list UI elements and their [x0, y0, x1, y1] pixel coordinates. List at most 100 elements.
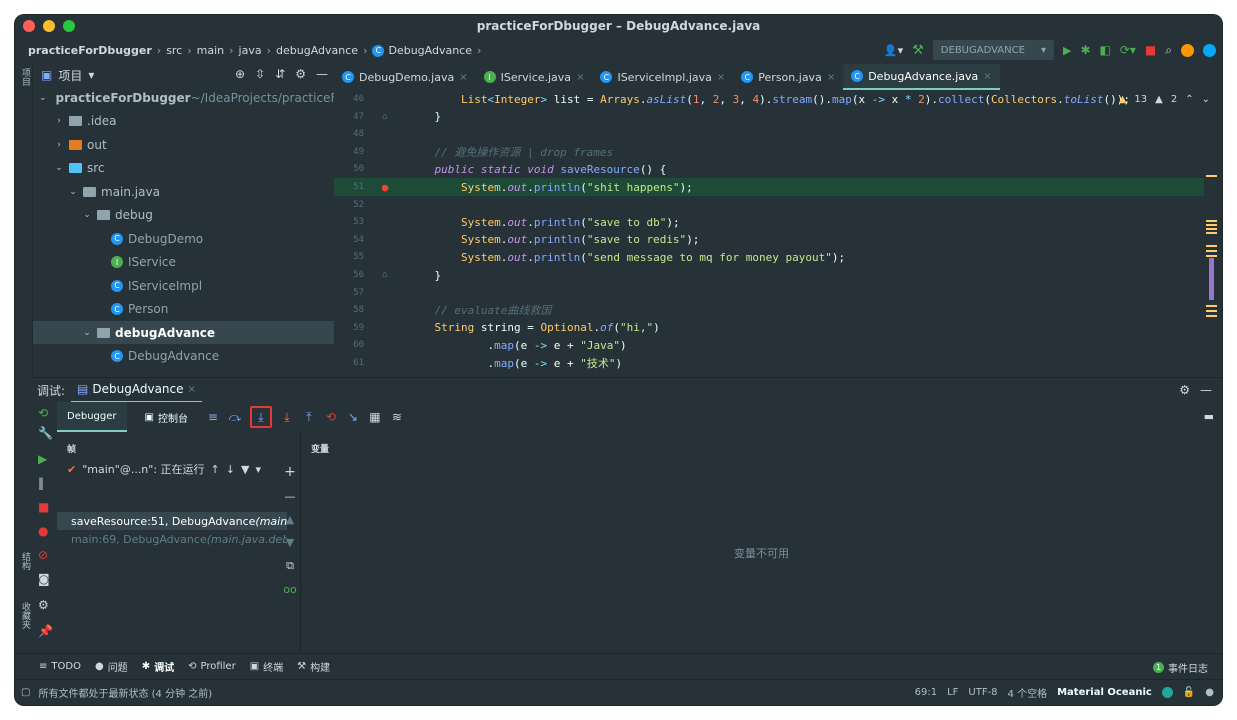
chevron-down-icon[interactable]: ▾	[88, 68, 94, 82]
chevron-down-icon[interactable]: ⌄	[81, 210, 93, 220]
tree-item[interactable]: ⌄ debugAdvance	[33, 321, 334, 344]
editor-tab[interactable]: I IService.java ×	[476, 64, 593, 90]
maximize-window-button[interactable]	[63, 20, 75, 32]
gear-icon[interactable]: ⚙	[295, 67, 306, 81]
tool-window-terminal[interactable]: ▣ 终端	[250, 659, 283, 674]
code-editor[interactable]: 46 List<Integer> list = Arrays.asList(1,…	[334, 90, 1222, 377]
editor-tab[interactable]: C IServiceImpl.java ×	[592, 64, 733, 90]
notification-icon[interactable]: ●	[1205, 687, 1214, 698]
wrench-icon[interactable]: 🔧	[38, 426, 53, 440]
locate-icon[interactable]: ⊕	[235, 67, 245, 81]
chevron-down-icon[interactable]: ▼	[286, 536, 294, 549]
close-window-button[interactable]	[23, 20, 35, 32]
resume-icon[interactable]: ▶	[38, 452, 47, 466]
close-icon[interactable]: ×	[576, 72, 584, 83]
debug-session-tab[interactable]: ▤ DebugAdvance ×	[71, 378, 202, 403]
status-toggle-icon[interactable]: ▢	[21, 687, 30, 698]
plus-icon[interactable]: +	[284, 464, 296, 480]
scroll-thumb[interactable]	[1209, 258, 1214, 300]
tree-item[interactable]: ⌄ main.java	[33, 180, 334, 203]
caret-position[interactable]: 69:1	[915, 687, 937, 698]
editor-tab[interactable]: C DebugAdvance.java ×	[843, 64, 1000, 90]
close-icon[interactable]: ×	[827, 72, 835, 83]
code-line[interactable]: 55 System.out.println("send message to m…	[334, 248, 1204, 266]
step-over-icon[interactable]: ⤼	[228, 410, 242, 425]
frame-row[interactable]: saveResource:51, DebugAdvance (main.java…	[57, 512, 287, 530]
close-icon[interactable]: ×	[983, 71, 991, 82]
tree-item[interactable]: ⌄ debug	[33, 204, 334, 227]
gear-icon[interactable]: ⚙	[1179, 383, 1190, 397]
step-into-icon[interactable]: ⤓	[249, 406, 272, 428]
structure-tool-label[interactable]: 结构	[19, 552, 32, 570]
tree-item[interactable]: C IServiceImpl	[33, 274, 334, 297]
code-line[interactable]: 48	[334, 125, 1204, 143]
chevron-up-icon[interactable]: ⌃	[1185, 94, 1193, 105]
file-encoding[interactable]: UTF-8	[968, 687, 997, 698]
view-breakpoints-icon[interactable]: ●	[38, 524, 48, 538]
project-tool-label[interactable]: 项目	[19, 68, 32, 86]
code-line[interactable]: 52	[334, 196, 1204, 214]
editor-tab[interactable]: C DebugDemo.java ×	[334, 64, 476, 90]
inspection-widget[interactable]: ▲ 13 ▲ 2 ⌃ ⌄	[1119, 94, 1210, 105]
breadcrumb-project[interactable]: practiceForDbugger	[28, 44, 152, 57]
run-configuration-select[interactable]: DEBUGADVANCE ▾	[932, 40, 1054, 60]
breadcrumb-java[interactable]: java	[239, 44, 262, 57]
lock-icon[interactable]: 🔓	[1183, 687, 1195, 698]
code-line[interactable]: 46 List<Integer> list = Arrays.asList(1,…	[334, 90, 1204, 108]
coverage-icon[interactable]: ◧	[1100, 43, 1111, 57]
tree-item[interactable]: › .idea	[33, 110, 334, 133]
hide-icon[interactable]: —	[1200, 383, 1212, 397]
code-line[interactable]: 50 public static void saveResource() {	[334, 160, 1204, 178]
pin-icon[interactable]: 📌	[38, 624, 53, 638]
drop-frame-icon[interactable]: ⟲	[324, 410, 338, 424]
show-execution-point-icon[interactable]: ≡	[206, 410, 220, 424]
chevron-down-icon[interactable]: ⌄	[39, 93, 47, 103]
minimize-window-button[interactable]	[43, 20, 55, 32]
code-line[interactable]: 47 ⌂ }	[334, 108, 1204, 126]
hide-icon[interactable]: —	[316, 67, 328, 81]
thread-selector[interactable]: ✔ "main"@...n": 正在运行 ↑ ↓ ▼ ▾	[57, 458, 301, 480]
code-line[interactable]: 60 .map(e -> e + "Java")	[334, 336, 1204, 354]
indent-setting[interactable]: 4 个空格	[1008, 685, 1048, 700]
run-to-cursor-icon[interactable]: ↘	[346, 410, 360, 424]
fold-icon[interactable]: ⌂	[370, 112, 400, 122]
close-icon[interactable]: ×	[459, 72, 467, 83]
stop-icon[interactable]: ■	[1145, 43, 1156, 57]
arrow-up-icon[interactable]: ↑	[211, 463, 220, 476]
chevron-down-icon[interactable]: ▾	[255, 463, 261, 476]
tree-item[interactable]: C DebugAdvance	[33, 345, 334, 368]
code-line[interactable]: 53 System.out.println("save to db");	[334, 213, 1204, 231]
tab-console[interactable]: ▣ 控制台	[135, 402, 198, 432]
chevron-down-icon[interactable]: ⌄	[81, 328, 93, 338]
theme-name[interactable]: Material Oceanic	[1057, 687, 1152, 698]
editor-scrollbar[interactable]	[1206, 90, 1218, 377]
project-panel-title[interactable]: 项目	[58, 67, 82, 84]
arrow-down-icon[interactable]: ↓	[226, 463, 235, 476]
minus-icon[interactable]: —	[285, 490, 296, 503]
step-out-icon[interactable]: ⤒	[302, 410, 316, 425]
layout-icon[interactable]: ▬	[1204, 410, 1214, 423]
expand-all-icon[interactable]: ⇳	[255, 67, 265, 81]
code-line[interactable]: 58 // evaluate曲线救国	[334, 301, 1204, 319]
tree-item[interactable]: I IService	[33, 251, 334, 274]
tool-window-debug[interactable]: ✱ 调试	[142, 659, 174, 674]
pause-icon[interactable]: ‖	[38, 476, 44, 490]
event-log-button[interactable]: 1 事件日志	[1153, 660, 1208, 675]
code-line[interactable]: 51 ● System.out.println("shit happens");	[334, 178, 1204, 196]
favorites-tool-label[interactable]: 收藏夹	[19, 602, 32, 629]
code-line[interactable]: 59 String string = Optional.of("hi,")	[334, 319, 1204, 337]
stop-icon[interactable]: ■	[38, 500, 49, 514]
frame-row[interactable]: main:69, DebugAdvance (main.java.debugAd…	[57, 530, 287, 548]
watches-icon[interactable]: oo	[283, 583, 296, 596]
tree-item[interactable]: C Person	[33, 298, 334, 321]
breadcrumb-main[interactable]: main	[197, 44, 224, 57]
line-separator[interactable]: LF	[947, 687, 958, 698]
chevron-right-icon[interactable]: ›	[53, 140, 65, 150]
tree-item[interactable]: ⌄ src	[33, 157, 334, 180]
plugin-icon[interactable]	[1203, 43, 1216, 57]
chevron-down-icon[interactable]: ⌄	[53, 163, 65, 173]
force-step-into-icon[interactable]: ⤓	[280, 410, 294, 425]
update-icon[interactable]	[1181, 43, 1194, 57]
tree-item[interactable]: › out	[33, 133, 334, 156]
profile-icon[interactable]: ⟳▾	[1120, 43, 1136, 57]
